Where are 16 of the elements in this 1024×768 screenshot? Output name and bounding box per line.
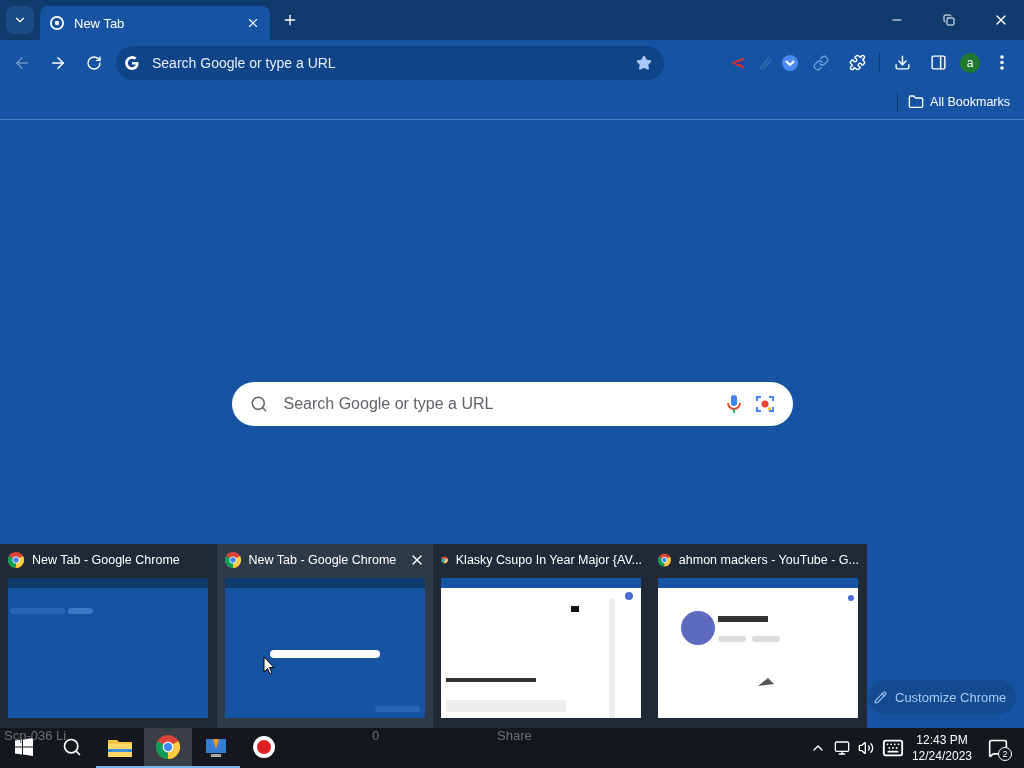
browser-tab[interactable]: New Tab (40, 6, 270, 40)
background-text: Share (497, 728, 532, 743)
background-text: Scp-036 Li (4, 728, 67, 743)
profile-avatar[interactable]: a (960, 52, 980, 73)
clock[interactable]: 12:43 PM 12/24/2023 (911, 732, 972, 764)
background-text: 0 (372, 728, 380, 743)
address-bar[interactable]: Search Google or type a URL (116, 45, 664, 80)
search-box[interactable]: Search Google or type a URL (231, 382, 793, 426)
window-preview[interactable]: ahmon mackers - YouTube - G... (650, 544, 867, 728)
window-preview[interactable]: Klasky Csupo In Year Major {AV... (433, 544, 650, 728)
address-input[interactable]: Search Google or type a URL (150, 53, 626, 72)
notification-button[interactable]: 2 (980, 730, 1016, 766)
window-preview[interactable]: New Tab - Google Chrome (0, 544, 217, 728)
window-preview[interactable]: New Tab - Google Chrome (216, 544, 433, 728)
customize-chrome-button[interactable]: Customize Chrome (868, 680, 1017, 714)
bookmarks-folder[interactable]: All Bookmarks (908, 94, 1010, 110)
